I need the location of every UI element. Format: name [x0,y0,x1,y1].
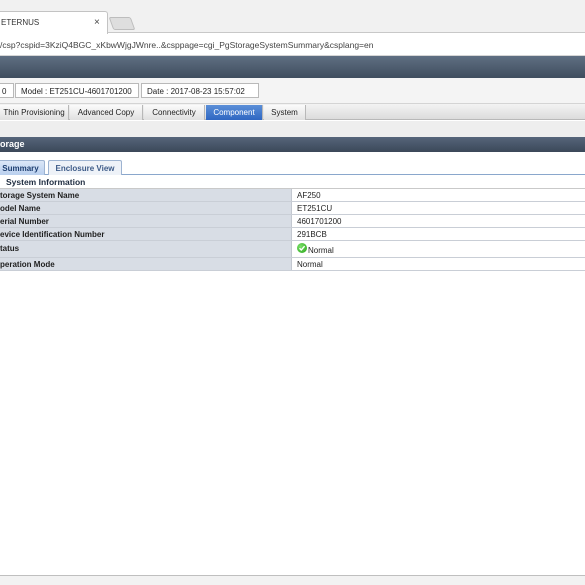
table-row: odel Name ET251CU [0,202,585,215]
section-title-bar: orage [0,137,585,152]
main-nav: Thin Provisioning Advanced Copy Connecti… [0,104,585,120]
browser-tab[interactable]: ETERNUS × [0,11,108,34]
row-label: peration Mode [0,258,292,270]
date-info: Date : 2017-08-23 15:57:02 [141,83,259,98]
row-label: evice Identification Number [0,228,292,240]
nav-tab-advanced-copy[interactable]: Advanced Copy [70,105,143,120]
row-label: odel Name [0,202,292,214]
url-text[interactable]: /csp?cspid=3KziQ4BGC_xKbwWjgJWnre..&cspp… [0,40,373,50]
nav-tab-connectivity[interactable]: Connectivity [144,105,205,120]
bottom-scrollbar[interactable] [0,575,585,585]
system-info-table: torage System Name AF250 odel Name ET251… [0,189,585,271]
row-value: AF250 [293,189,585,201]
system-information-title: System Information [6,177,86,187]
close-icon[interactable]: × [94,17,100,28]
app-header [0,56,585,78]
nav-tab-thin-provisioning[interactable]: Thin Provisioning [0,105,69,120]
row-value: ET251CU [293,202,585,214]
row-label: erial Number [0,215,292,227]
section-title: orage [0,139,25,149]
table-row: tatus Normal [0,241,585,258]
row-label: torage System Name [0,189,292,201]
status-value: Normal [308,246,334,255]
model-info: Model : ET251CU-4601701200 [15,83,139,98]
subtab-enclosure-view[interactable]: Enclosure View [48,160,122,175]
new-tab-button[interactable] [108,17,136,30]
row-label: tatus [0,241,292,257]
system-information-header: System Information [0,177,585,189]
nav-tab-system[interactable]: System [264,105,306,120]
status-bar: 0 Model : ET251CU-4601701200 Date : 2017… [0,78,585,104]
browser-tab-bar: ETERNUS × [0,0,585,34]
status-value-cell: Normal [293,241,585,257]
row-value: 4601701200 [293,215,585,227]
table-row: erial Number 4601701200 [0,215,585,228]
table-row: torage System Name AF250 [0,189,585,202]
address-bar[interactable]: /csp?cspid=3KziQ4BGC_xKbwWjgJWnre..&cspp… [0,34,585,56]
browser-tab-title: ETERNUS [1,18,40,27]
row-value: 291BCB [293,228,585,240]
row-value: Normal [293,258,585,270]
table-row: evice Identification Number 291BCB [0,228,585,241]
sub-tabs: Summary Enclosure View [0,158,585,175]
status-prefix: 0 [0,83,14,98]
subtab-summary[interactable]: Summary [0,160,45,175]
nav-tab-component[interactable]: Component [206,105,263,120]
check-circle-icon [297,243,307,253]
table-row: peration Mode Normal [0,258,585,271]
nav-spacer [0,121,585,137]
